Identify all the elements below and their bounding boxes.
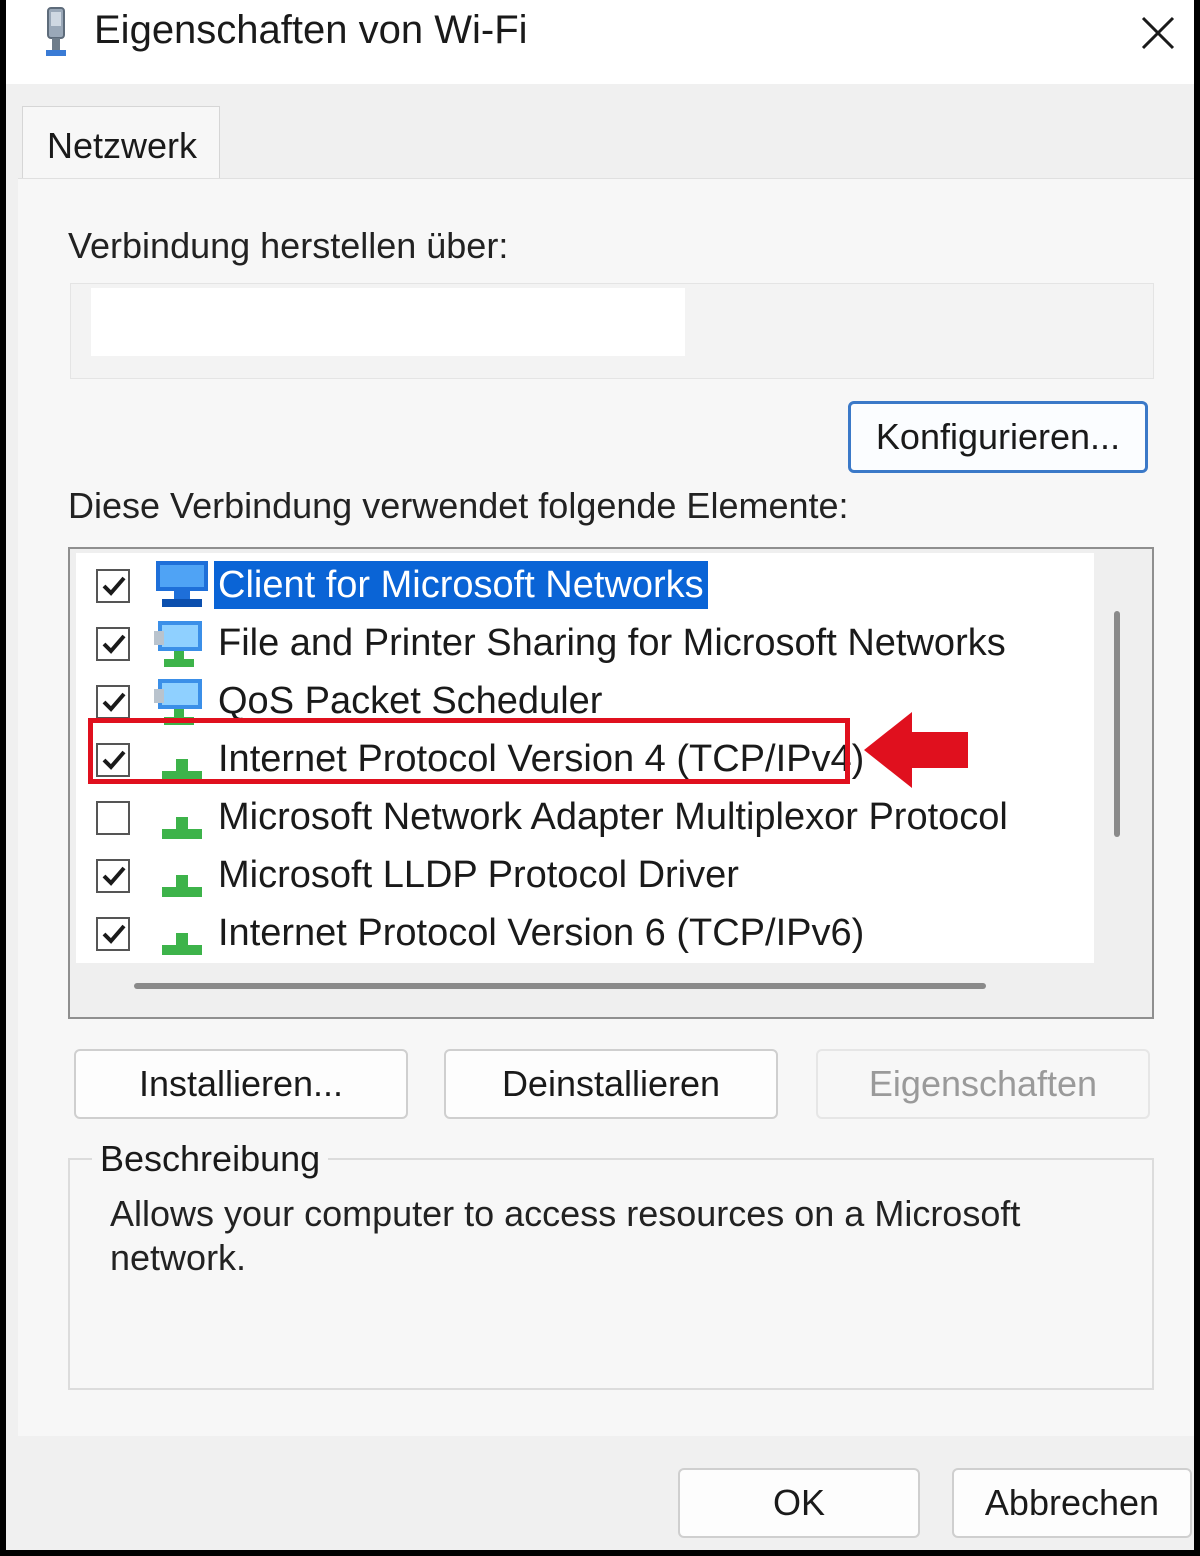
network-protocol-icon — [162, 817, 202, 839]
close-button[interactable] — [1122, 0, 1194, 66]
checkbox[interactable] — [96, 569, 130, 603]
check-icon — [102, 750, 126, 770]
checkbox[interactable] — [96, 859, 130, 893]
install-button[interactable]: Installieren... — [74, 1049, 408, 1119]
components-label: Diese Verbindung verwendet folgende Elem… — [68, 485, 849, 526]
list-item-label: QoS Packet Scheduler — [218, 680, 603, 722]
check-icon — [102, 924, 126, 944]
close-icon — [1141, 16, 1175, 50]
properties-dialog: Eigenschaften von Wi-Fi Netzwerk Verbind… — [6, 0, 1194, 1550]
list-item[interactable]: Microsoft LLDP Protocol Driver — [76, 847, 1094, 903]
check-icon — [102, 692, 126, 712]
connect-using-label: Verbindung herstellen über: — [68, 225, 509, 266]
network-protocol-icon — [162, 933, 202, 955]
list-item-label: Internet Protocol Version 6 (TCP/IPv6) — [218, 912, 865, 954]
check-icon — [102, 634, 126, 654]
network-client-icon — [156, 561, 208, 607]
configure-button[interactable]: Konfigurieren... — [848, 401, 1148, 473]
adapter-box — [70, 283, 1154, 379]
list-item[interactable]: Microsoft Network Adapter Multiplexor Pr… — [76, 789, 1094, 845]
network-adapter-icon — [46, 7, 66, 56]
list-item[interactable]: Client for Microsoft Networks — [76, 557, 1094, 613]
checkbox[interactable] — [96, 917, 130, 951]
description-text: Allows your computer to access resources… — [110, 1193, 1021, 1278]
list-item-label: Client for Microsoft Networks — [214, 561, 708, 609]
checkbox[interactable] — [96, 743, 130, 777]
tab-label: Netzwerk — [47, 125, 198, 166]
tab-netzwerk[interactable]: Netzwerk — [22, 106, 220, 181]
list-item-label: File and Printer Sharing for Microsoft N… — [218, 622, 1006, 664]
network-protocol-icon — [162, 875, 202, 897]
check-icon — [102, 576, 126, 596]
dialog-footer: OK Abbrechen — [6, 1436, 1194, 1550]
uninstall-button[interactable]: Deinstallieren — [444, 1049, 778, 1119]
properties-button[interactable]: Eigenschaften — [816, 1049, 1150, 1119]
network-service-icon — [154, 621, 202, 667]
cancel-button[interactable]: Abbrechen — [952, 1468, 1192, 1538]
adapter-name-field — [91, 288, 685, 356]
description-legend: Beschreibung — [92, 1138, 329, 1180]
check-icon — [102, 866, 126, 886]
checkbox[interactable] — [96, 801, 130, 835]
checkbox[interactable] — [96, 627, 130, 661]
checkbox[interactable] — [96, 685, 130, 719]
vertical-scrollbar[interactable] — [1114, 611, 1120, 837]
network-service-icon — [154, 679, 202, 725]
title-bar: Eigenschaften von Wi-Fi — [6, 0, 1194, 84]
list-item[interactable]: File and Printer Sharing for Microsoft N… — [76, 615, 1094, 671]
window-title: Eigenschaften von Wi-Fi — [94, 8, 528, 52]
network-protocol-icon — [162, 759, 202, 781]
components-list[interactable]: Client for Microsoft Networks File and P… — [68, 547, 1154, 1019]
ok-button[interactable]: OK — [678, 1468, 920, 1538]
list-item-label: Microsoft LLDP Protocol Driver — [218, 854, 739, 896]
list-item[interactable]: Internet Protocol Version 6 (TCP/IPv6) — [76, 905, 1094, 961]
list-item-label: Internet Protocol Version 4 (TCP/IPv4) — [218, 738, 865, 780]
horizontal-scrollbar[interactable] — [134, 983, 986, 989]
red-arrow-icon — [864, 712, 968, 788]
list-item-label: Microsoft Network Adapter Multiplexor Pr… — [218, 796, 1008, 838]
